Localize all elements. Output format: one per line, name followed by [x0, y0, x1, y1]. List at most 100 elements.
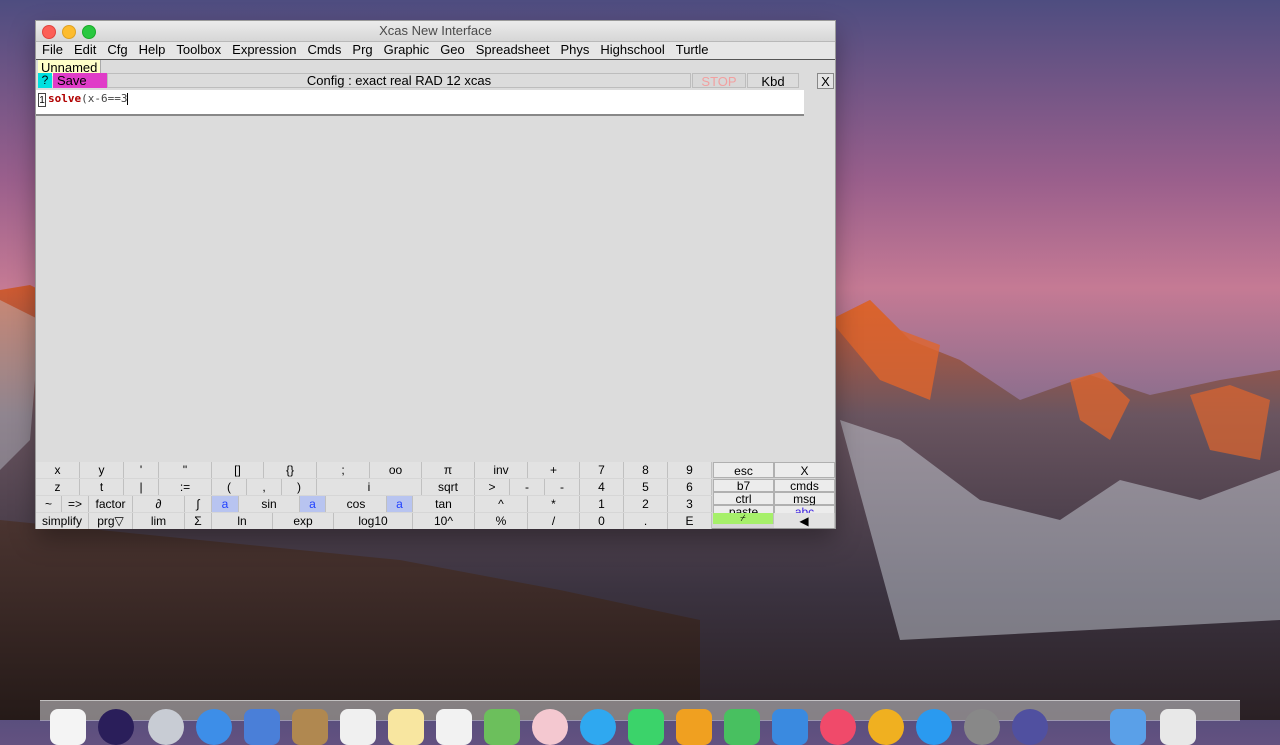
key-sum[interactable]: Σ — [185, 513, 212, 529]
key-a-2[interactable]: a — [300, 496, 326, 512]
keyboard-toggle-button[interactable]: Kbd — [747, 73, 799, 89]
pages-icon[interactable] — [676, 709, 712, 745]
downloads-folder-icon[interactable] — [1110, 709, 1146, 745]
ibooks-icon[interactable] — [868, 709, 904, 745]
key-inv[interactable]: inv — [475, 462, 528, 478]
save-button[interactable]: Save — [53, 73, 107, 88]
key-comma[interactable]: , — [247, 479, 282, 495]
photos-icon[interactable] — [532, 709, 568, 745]
key-4[interactable]: 4 — [580, 479, 624, 495]
key-dot[interactable]: . — [624, 513, 668, 529]
launchpad-icon[interactable] — [148, 709, 184, 745]
key-8[interactable]: 8 — [624, 462, 668, 478]
safari-icon[interactable] — [196, 709, 232, 745]
help-button[interactable]: ? — [38, 73, 52, 88]
key-integral[interactable]: ∫ — [185, 496, 212, 512]
reminders-icon[interactable] — [436, 709, 472, 745]
key-pipe[interactable]: | — [124, 479, 159, 495]
key-minus-2[interactable]: - — [545, 479, 580, 495]
key-doublequote[interactable]: " — [159, 462, 212, 478]
menu-cfg[interactable]: Cfg — [103, 42, 131, 59]
calendar-icon[interactable] — [340, 709, 376, 745]
key-power[interactable]: ^ — [475, 496, 528, 512]
window-titlebar[interactable]: Xcas New Interface — [36, 21, 835, 42]
key-ctrl[interactable]: ctrl — [713, 492, 774, 505]
key-msg[interactable]: msg — [774, 492, 835, 505]
key-simplify[interactable]: simplify — [36, 513, 89, 529]
menu-cmds[interactable]: Cmds — [303, 42, 345, 59]
close-session-button[interactable]: X — [817, 73, 834, 89]
maps-icon[interactable] — [484, 709, 520, 745]
key-0[interactable]: 0 — [580, 513, 624, 529]
key-tilde[interactable]: ~ — [36, 496, 62, 512]
key-tan[interactable]: tan — [413, 496, 475, 512]
key-2[interactable]: 2 — [624, 496, 668, 512]
key-assign[interactable]: := — [159, 479, 212, 495]
app-icon[interactable] — [1012, 709, 1048, 745]
key-plus[interactable]: + — [528, 462, 580, 478]
key-lim[interactable]: lim — [133, 513, 185, 529]
key-log10[interactable]: log10 — [334, 513, 413, 529]
key-factor[interactable]: factor — [89, 496, 133, 512]
key-a-1[interactable]: a — [212, 496, 239, 512]
keynote-icon[interactable] — [772, 709, 808, 745]
command-line-entry[interactable]: 1 solve(x-6==3 — [36, 90, 804, 116]
key-3[interactable]: 3 — [668, 496, 712, 512]
key-green-slot[interactable]: ⌿ — [713, 513, 774, 524]
key-quote[interactable]: ' — [124, 462, 159, 478]
itunes-icon[interactable] — [820, 709, 856, 745]
menu-phys[interactable]: Phys — [557, 42, 594, 59]
key-multiply[interactable]: * — [528, 496, 580, 512]
key-minus-1[interactable]: - — [510, 479, 545, 495]
menu-prg[interactable]: Prg — [348, 42, 376, 59]
key-semicolon[interactable]: ; — [317, 462, 370, 478]
config-status[interactable]: Config : exact real RAD 12 xcas — [107, 73, 691, 88]
key-ln[interactable]: ln — [212, 513, 273, 529]
key-close-paren[interactable]: ) — [282, 479, 317, 495]
key-5[interactable]: 5 — [624, 479, 668, 495]
key-open-paren[interactable]: ( — [212, 479, 247, 495]
app-store-icon[interactable] — [916, 709, 952, 745]
minimize-window-button[interactable] — [62, 25, 76, 39]
key-prg[interactable]: prg▽ — [89, 513, 133, 529]
siri-icon[interactable] — [98, 709, 134, 745]
key-esc[interactable]: esc — [713, 462, 774, 478]
menu-file[interactable]: File — [38, 42, 67, 59]
stop-button[interactable]: STOP — [692, 73, 746, 89]
command-input[interactable]: solve(x-6==3 — [48, 92, 129, 105]
menu-spreadsheet[interactable]: Spreadsheet — [472, 42, 554, 59]
key-sqrt[interactable]: sqrt — [422, 479, 475, 495]
trash-icon[interactable] — [1160, 709, 1196, 745]
key-sin[interactable]: sin — [239, 496, 300, 512]
key-b7[interactable]: b7 — [713, 479, 774, 492]
menu-edit[interactable]: Edit — [70, 42, 100, 59]
menu-graphic[interactable]: Graphic — [380, 42, 434, 59]
finder-icon[interactable] — [50, 709, 86, 745]
key-1[interactable]: 1 — [580, 496, 624, 512]
close-window-button[interactable] — [42, 25, 56, 39]
menu-geo[interactable]: Geo — [436, 42, 469, 59]
key-partial[interactable]: ∂ — [133, 496, 185, 512]
key-brackets[interactable]: [] — [212, 462, 264, 478]
notes-icon[interactable] — [388, 709, 424, 745]
key-close-x[interactable]: X — [774, 462, 835, 478]
key-divide[interactable]: / — [528, 513, 580, 529]
key-a-3[interactable]: a — [387, 496, 413, 512]
numbers-icon[interactable] — [724, 709, 760, 745]
menu-expression[interactable]: Expression — [228, 42, 300, 59]
key-infinity[interactable]: oo — [370, 462, 422, 478]
key-ten-power[interactable]: 10^ — [413, 513, 475, 529]
key-i[interactable]: i — [317, 479, 422, 495]
menu-turtle[interactable]: Turtle — [672, 42, 713, 59]
menu-highschool[interactable]: Highschool — [596, 42, 668, 59]
key-backspace-arrow[interactable]: ◀ — [774, 513, 835, 528]
contacts-icon[interactable] — [292, 709, 328, 745]
key-cos[interactable]: cos — [326, 496, 387, 512]
key-pi[interactable]: π — [422, 462, 475, 478]
line-number[interactable]: 1 — [38, 93, 46, 107]
menu-toolbox[interactable]: Toolbox — [172, 42, 225, 59]
key-x[interactable]: x — [36, 462, 80, 478]
key-percent[interactable]: % — [475, 513, 528, 529]
key-9[interactable]: 9 — [668, 462, 712, 478]
key-cmds[interactable]: cmds — [774, 479, 835, 492]
